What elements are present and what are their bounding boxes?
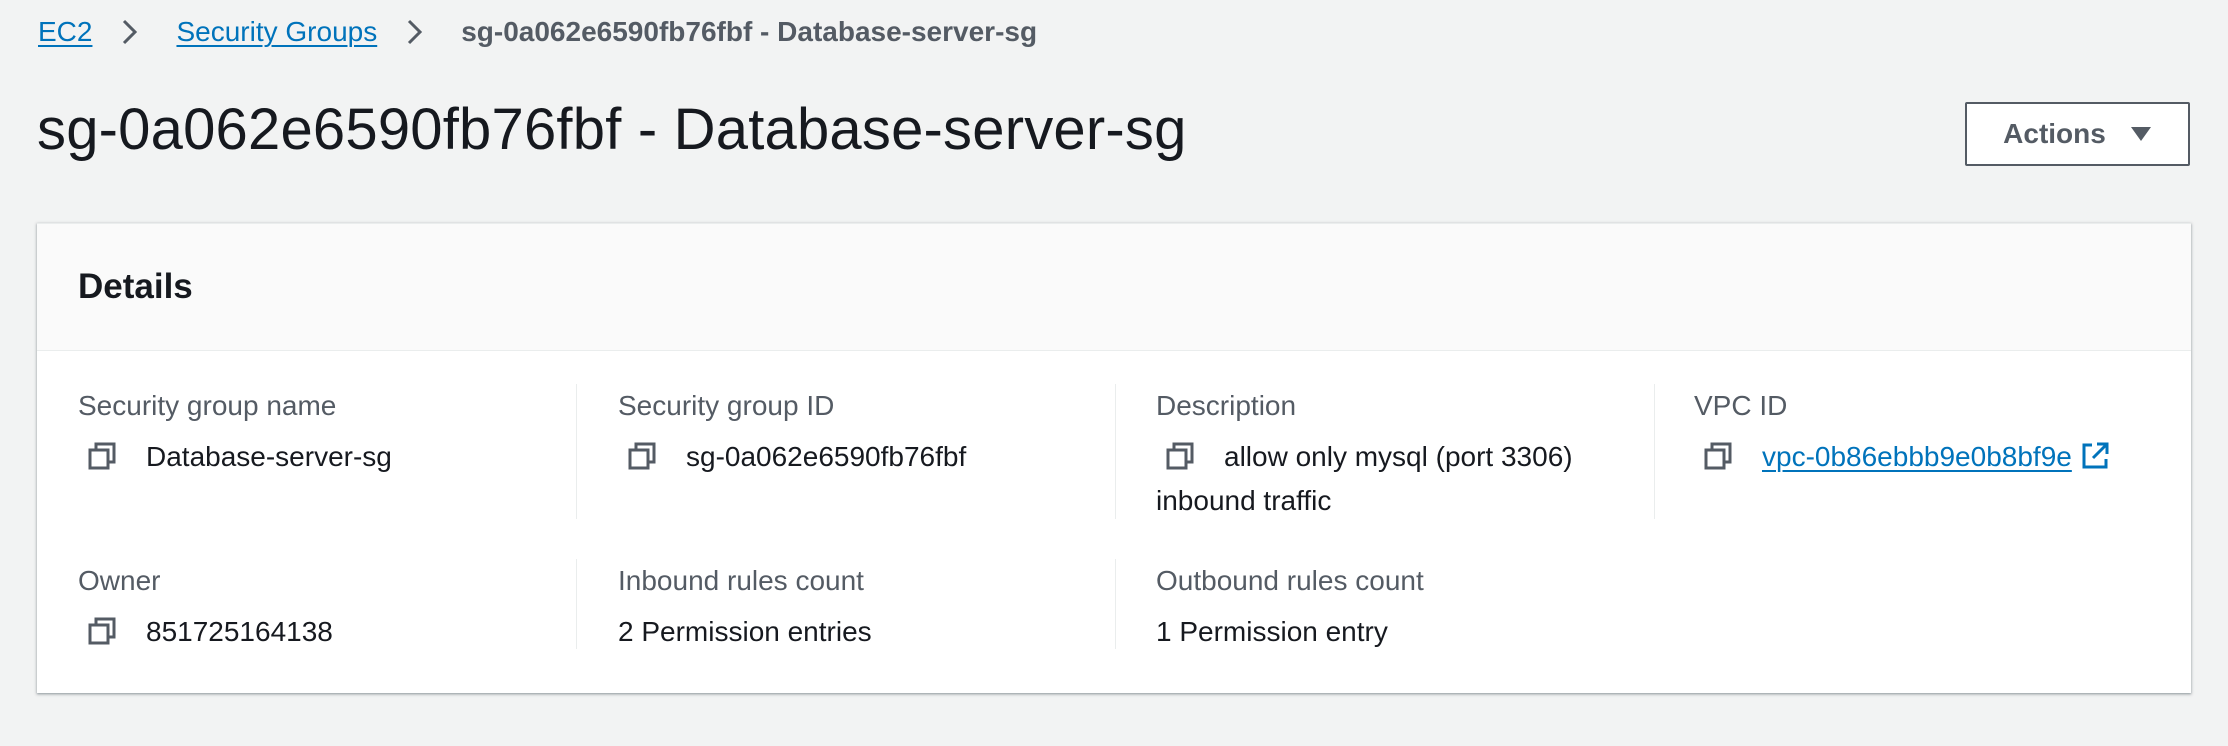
copy-icon[interactable] bbox=[626, 440, 658, 472]
field-label: Outbound rules count bbox=[1156, 565, 1424, 596]
field-security-group-id: Security group ID sg-0a062e6590fb76fbf bbox=[618, 389, 1158, 479]
security-group-detail-page: EC2 Security Groups sg-0a062e6590fb76fbf… bbox=[0, 0, 2228, 746]
field-inbound-rules-count: Inbound rules count 2 Permission entries bbox=[618, 564, 1158, 654]
chevron-right-icon bbox=[399, 18, 431, 46]
field-value-wrapper: vpc-0b86ebbb9e0b8bf9e bbox=[1694, 435, 2164, 479]
field-security-group-name: Security group name Database-server-sg bbox=[78, 389, 618, 479]
external-link-icon[interactable] bbox=[2080, 441, 2110, 471]
details-panel: Details Security group name Database-ser… bbox=[37, 223, 2191, 693]
field-description: Description allow only mysql (port 3306)… bbox=[1156, 389, 1616, 523]
details-heading: Details bbox=[78, 267, 193, 306]
actions-button[interactable]: Actions bbox=[1965, 102, 2190, 166]
field-label: VPC ID bbox=[1694, 390, 1788, 421]
breadcrumb-link-security-groups[interactable]: Security Groups bbox=[176, 16, 377, 48]
actions-button-label: Actions bbox=[2003, 118, 2106, 149]
page-title: sg-0a062e6590fb76fbf - Database-server-s… bbox=[37, 97, 1187, 162]
field-value-wrapper: sg-0a062e6590fb76fbf bbox=[618, 435, 1158, 479]
field-vpc-id: VPC ID vpc-0b86ebbb9e0b8bf9e bbox=[1694, 389, 2164, 479]
field-label: Inbound rules count bbox=[618, 565, 864, 596]
inbound-rules-count-value: 2 Permission entries bbox=[618, 616, 872, 647]
copy-icon[interactable] bbox=[86, 615, 118, 647]
copy-icon[interactable] bbox=[1164, 440, 1196, 472]
copy-icon[interactable] bbox=[86, 440, 118, 472]
field-value-wrapper: Database-server-sg bbox=[78, 435, 618, 479]
copy-icon[interactable] bbox=[1702, 440, 1734, 472]
security-group-name-value: Database-server-sg bbox=[146, 441, 392, 472]
column-divider bbox=[1654, 384, 1655, 519]
owner-value: 851725164138 bbox=[146, 616, 333, 647]
field-label: Description bbox=[1156, 390, 1297, 421]
outbound-rules-count-value: 1 Permission entry bbox=[1156, 616, 1388, 647]
vpc-id-link[interactable]: vpc-0b86ebbb9e0b8bf9e bbox=[1762, 441, 2072, 472]
security-group-id-value: sg-0a062e6590fb76fbf bbox=[686, 441, 967, 472]
field-value-wrapper: 851725164138 bbox=[78, 610, 618, 654]
breadcrumb-current: sg-0a062e6590fb76fbf - Database-server-s… bbox=[461, 16, 1038, 47]
field-label: Security group ID bbox=[618, 390, 835, 421]
field-label: Owner bbox=[78, 565, 161, 596]
caret-down-icon bbox=[2130, 126, 2152, 142]
field-value-wrapper: allow only mysql (port 3306) inbound tra… bbox=[1156, 435, 1616, 523]
field-outbound-rules-count: Outbound rules count 1 Permission entry bbox=[1156, 564, 1696, 654]
description-value: allow only mysql (port 3306) inbound tra… bbox=[1156, 441, 1573, 516]
field-label: Security group name bbox=[78, 390, 337, 421]
field-owner: Owner 851725164138 bbox=[78, 564, 618, 654]
breadcrumb: EC2 Security Groups sg-0a062e6590fb76fbf… bbox=[38, 14, 1037, 50]
chevron-right-icon bbox=[114, 18, 146, 46]
breadcrumb-link-ec2[interactable]: EC2 bbox=[38, 16, 92, 48]
details-panel-header: Details bbox=[37, 224, 2191, 351]
